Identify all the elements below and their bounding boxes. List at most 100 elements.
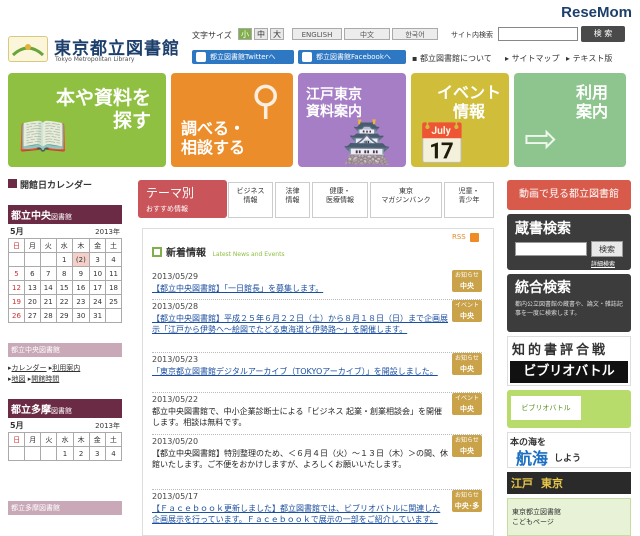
news-text: 都立中央図書館で、中小企業診断士による「ビジネス 起業・創業相談会」を開催します… — [152, 407, 442, 427]
news-item[interactable]: 【都立中央図書館】平成２５年６月２２日（土）から８月１８日（日）まで企画展示「江… — [152, 313, 448, 335]
theme-children[interactable]: 児童・ 青少年 — [444, 182, 494, 218]
ocean-banner[interactable]: 本の海を 航海 しよう — [507, 432, 631, 468]
lang-korean-button[interactable]: 한국어 — [392, 28, 438, 40]
bibliobattle-logo[interactable]: 知的書評合戦 ビブリオバトル — [507, 336, 631, 386]
calendar-day: 22 — [55, 294, 73, 309]
theme-tab[interactable]: テーマ別 おすすめ情報 — [138, 180, 227, 218]
calendar-day: 28 — [39, 308, 57, 323]
news-link[interactable]: 「東京都立図書館デジタルアーカイブ（TOKYOアーカイブ）」を開設しました。 — [152, 367, 438, 376]
weekday-header: 土 — [104, 432, 123, 447]
news-date: 2013/05/17 — [152, 492, 199, 501]
calendar-day: 19 — [8, 294, 25, 309]
news-separator — [152, 352, 482, 353]
site-logo-subtitle: Tokyo Metropolitan Library — [55, 56, 135, 63]
news-link[interactable]: 【Ｆａｃｅｂｏｏｋ更新しました】都立図書館では、ビブリオバトルに関連した企画展示… — [152, 504, 440, 524]
weekday-header: 月 — [23, 238, 41, 253]
news-separator — [152, 489, 482, 490]
library-emblem-icon[interactable] — [8, 36, 48, 62]
news-item[interactable]: 【都立中央図書館】「一日館長」を募集します。 — [152, 283, 448, 294]
calendar-day: 20 — [23, 294, 41, 309]
opening-calendar: 開館日カレンダー 都立中央図書館 5月 2013年 日月火水木金土 1 (2) 3 4 5… — [7, 178, 130, 536]
news-item[interactable]: 【都立中央図書館】特別整理のため、＜６月４日（火）～１３日（木）＞の間、休館いた… — [152, 448, 448, 470]
tile-events[interactable]: イベント 情報 📅 — [411, 73, 509, 167]
tile-research[interactable]: 調べる・ 相談する ⚲ — [171, 73, 293, 167]
catalog-search-input[interactable] — [515, 242, 587, 256]
signpost-icon: ⇨ — [524, 116, 558, 162]
union-search-box[interactable]: 統合検索 都内公立図書館の蔵書や、論文・雑誌記事を一度に検索します。 — [507, 274, 631, 332]
calendar-day — [24, 446, 42, 461]
calendar-day — [39, 252, 57, 267]
tile-usage-guide[interactable]: 利用 案内 ⇨ — [514, 73, 626, 167]
advanced-search-link[interactable]: 詳細検索 — [591, 259, 615, 268]
news-link[interactable]: 【都立中央図書館】平成２５年６月２２日（土）から８月１８日（日）まで企画展示「江… — [152, 314, 448, 334]
weekday-header: 月 — [24, 432, 42, 447]
news-link[interactable]: 【都立中央図書館】「一日館長」を募集します。 — [152, 284, 323, 293]
site-search-label: サイト内検索 — [451, 31, 493, 39]
news-item[interactable]: 【Ｆａｃｅｂｏｏｋ更新しました】都立図書館では、ビブリオバトルに関連した企画展示… — [152, 503, 448, 525]
calendar-day: 26 — [8, 308, 25, 323]
tile-search-books[interactable]: 本や資料を 探す 📖 — [8, 73, 166, 167]
calendar-day: 15 — [55, 280, 73, 295]
kids-page-banner[interactable]: 東京都立図書館 こどもページ — [507, 498, 631, 536]
tama-menu-title: 都立多摩図書館 — [8, 501, 122, 515]
tile-edo-tokyo[interactable]: 江戸東京 資料案内 🏯 — [298, 73, 406, 167]
twitter-icon — [196, 52, 206, 62]
calendar-day: 30 — [71, 308, 91, 323]
font-small-button[interactable]: 小 — [238, 28, 252, 40]
font-size-label: 文字サイズ — [192, 31, 232, 40]
rss-link[interactable]: RSS — [452, 233, 466, 241]
rss-icon[interactable] — [470, 233, 479, 242]
calendar-day: (2) — [71, 252, 91, 267]
news-badge: お知らせ 中央 — [452, 353, 482, 375]
calendar-day: 29 — [55, 308, 73, 323]
calendar-day: 18 — [105, 280, 122, 295]
bibliobattle-banner[interactable]: ビブリオバトル — [507, 390, 631, 428]
facebook-link[interactable]: 都立図書館Facebookへ — [298, 50, 406, 64]
calendar-day: 12 — [8, 280, 25, 295]
twitter-link[interactable]: 都立図書館Twitterへ — [192, 50, 294, 64]
tama-calendar-header: 都立多摩図書館 — [8, 399, 122, 418]
central-map-link[interactable]: 地図 — [12, 375, 26, 383]
weekday-header: 水 — [55, 238, 73, 253]
calendar-day — [7, 446, 26, 461]
font-large-button[interactable]: 大 — [270, 28, 284, 40]
calendar-day: 2 — [72, 446, 90, 461]
weekday-header: 土 — [105, 238, 122, 253]
news-badge: お知らせ 中央･多摩 — [452, 490, 482, 520]
video-banner[interactable]: 動画で見る都立図書館 — [507, 180, 631, 210]
calendar-day: 25 — [105, 294, 122, 309]
calendar-day — [105, 308, 122, 323]
news-item[interactable]: 都立中央図書館で、中小企業診断士による「ビジネス 起業・創業相談会」を開催します… — [152, 406, 448, 428]
catalog-search-button[interactable]: 検索 — [591, 241, 623, 257]
about-link[interactable]: ▪ 都立図書館について — [412, 53, 492, 64]
weekday-header: 金 — [88, 432, 106, 447]
text-version-link[interactable]: ▸ テキスト版 — [566, 53, 612, 64]
theme-health[interactable]: 健康・ 医療情報 — [312, 182, 368, 218]
tama-calendar-table: 日月火水木金土 1234 — [7, 432, 123, 461]
central-guide-link[interactable]: 利用案内 — [52, 364, 80, 372]
edo-tokyo-banner[interactable]: 江戸 東京 — [507, 472, 631, 494]
central-calendar-link[interactable]: カレンダー — [12, 364, 47, 372]
calendar-day: 3 — [88, 446, 106, 461]
theme-business[interactable]: ビジネス 情報 — [228, 182, 273, 218]
catalog-search-box: 蔵書検索 検索 詳細検索 — [507, 214, 631, 270]
site-search-button[interactable]: 検 索 — [581, 26, 625, 42]
lang-chinese-button[interactable]: 中文 — [344, 28, 390, 40]
font-medium-button[interactable]: 中 — [254, 28, 268, 40]
theme-law[interactable]: 法律 情報 — [275, 182, 310, 218]
facebook-icon — [302, 52, 312, 62]
news-separator — [152, 299, 482, 300]
news-badge: イベント 中央 — [452, 300, 482, 322]
sitemap-link[interactable]: ▸ サイトマップ — [505, 53, 560, 64]
news-item[interactable]: 「東京都立図書館デジタルアーカイブ（TOKYOアーカイブ）」を開設しました。 — [152, 366, 448, 377]
lang-english-button[interactable]: ENGLISH — [292, 28, 342, 40]
calendar-day: 14 — [39, 280, 57, 295]
calendar-day: 21 — [39, 294, 57, 309]
calendar-icon — [8, 179, 17, 188]
central-hours-link[interactable]: 開館時間 — [31, 375, 59, 383]
calendar-day: 27 — [23, 308, 41, 323]
theme-magazine-bank[interactable]: 東京 マガジンバンク — [370, 182, 442, 218]
weekday-header: 木 — [72, 432, 90, 447]
site-search-input[interactable] — [498, 27, 578, 41]
news-date: 2013/05/20 — [152, 437, 199, 446]
